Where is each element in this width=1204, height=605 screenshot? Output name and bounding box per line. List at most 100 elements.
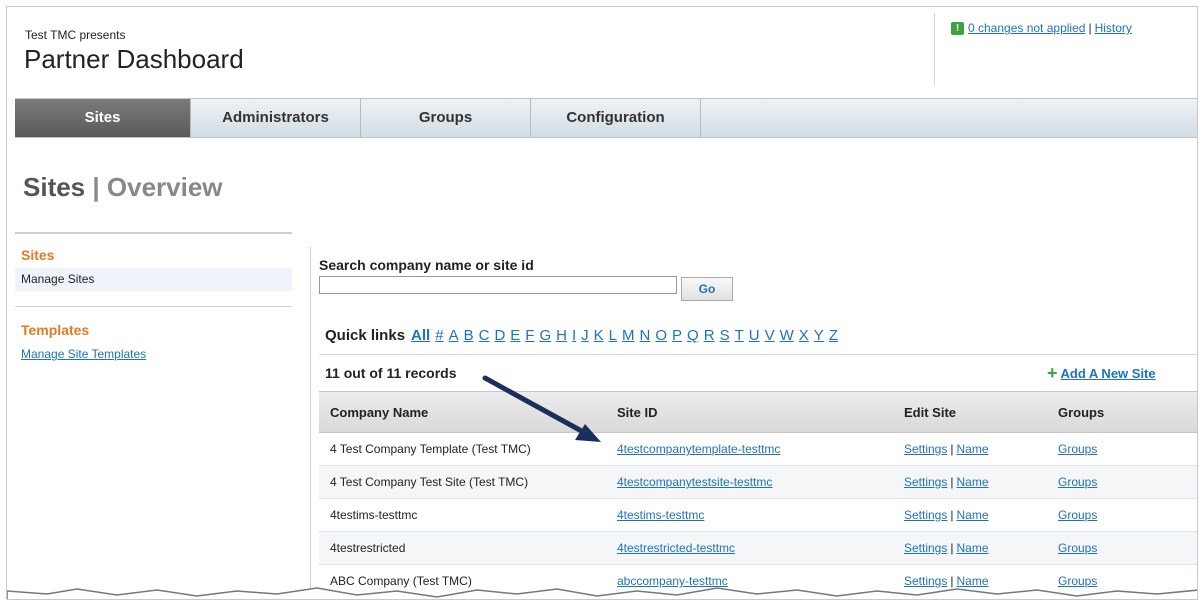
sidebar-divider xyxy=(15,232,292,234)
header-status: ! 0 changes not applied | History xyxy=(951,21,1132,35)
company-name-cell: 4testrestricted xyxy=(330,541,406,555)
content-divider xyxy=(310,247,311,599)
groups-link[interactable]: Groups xyxy=(1058,466,1097,498)
link-separator: | xyxy=(950,475,954,489)
settings-link[interactable]: Settings xyxy=(904,508,947,522)
page-title-separator: | xyxy=(92,172,100,202)
name-link[interactable]: Name xyxy=(956,475,988,489)
quick-link-i[interactable]: I xyxy=(572,327,576,344)
quick-link-b[interactable]: B xyxy=(464,327,474,344)
quick-link-m[interactable]: M xyxy=(622,327,635,344)
quick-link-e[interactable]: E xyxy=(510,327,520,344)
table-row: 4testims-testtmc 4testims-testtmc Settin… xyxy=(319,499,1197,532)
quick-link-n[interactable]: N xyxy=(640,327,651,344)
site-id-link[interactable]: 4testcompanytemplate-testtmc xyxy=(617,433,780,465)
settings-link[interactable]: Settings xyxy=(904,541,947,555)
company-name-cell: 4testims-testtmc xyxy=(330,508,418,522)
column-header-company-name[interactable]: Company Name xyxy=(330,392,428,432)
column-header-site-id[interactable]: Site ID xyxy=(617,392,657,432)
app-title: Partner Dashboard xyxy=(24,44,244,74)
quick-link-f[interactable]: F xyxy=(525,327,534,344)
quick-link-d[interactable]: D xyxy=(494,327,505,344)
settings-link[interactable]: Settings xyxy=(904,475,947,489)
page-title-main: Sites xyxy=(23,172,86,202)
site-id-link[interactable]: 4testrestricted-testtmc xyxy=(617,532,735,564)
quick-link-l[interactable]: L xyxy=(609,327,617,344)
edit-site-cell: Settings | Name xyxy=(904,466,989,498)
quick-link-g[interactable]: G xyxy=(539,327,551,344)
go-button[interactable]: Go xyxy=(681,277,733,301)
groups-link[interactable]: Groups xyxy=(1058,433,1097,465)
table-row: 4 Test Company Template (Test TMC) 4test… xyxy=(319,433,1197,466)
quick-link-o[interactable]: O xyxy=(655,327,667,344)
section-divider xyxy=(319,354,1197,355)
sidebar-item-manage-sites[interactable]: Manage Sites xyxy=(15,268,292,291)
sidebar-item-manage-site-templates[interactable]: Manage Site Templates xyxy=(15,343,292,366)
name-link[interactable]: Name xyxy=(956,508,988,522)
link-separator: | xyxy=(950,508,954,522)
quick-link-p[interactable]: P xyxy=(672,327,682,344)
name-link[interactable]: Name xyxy=(956,442,988,456)
sidebar-heading-templates: Templates xyxy=(21,322,90,338)
quick-link-q[interactable]: Q xyxy=(687,327,699,344)
add-new-site-button[interactable]: + Add A New Site xyxy=(1047,363,1156,383)
plus-icon: + xyxy=(1047,363,1058,383)
quick-links: Quick links All # A B C D E F G H I J K L M N O P Q R S T U V W X Y… xyxy=(325,327,838,344)
column-header-groups: Groups xyxy=(1058,404,1105,420)
quick-link-k[interactable]: K xyxy=(594,327,604,344)
tab-administrators[interactable]: Administrators xyxy=(191,99,361,137)
presents-label: Test TMC presents xyxy=(25,28,126,42)
edit-site-cell: Settings | Name xyxy=(904,499,989,531)
quick-link-hash[interactable]: # xyxy=(435,327,443,344)
quick-link-t[interactable]: T xyxy=(735,327,744,344)
tab-sites[interactable]: Sites xyxy=(15,99,191,137)
warning-icon: ! xyxy=(951,21,964,35)
search-label: Search company name or site id xyxy=(319,257,534,273)
table-header: Company Name Site ID Edit Site Groups xyxy=(319,391,1197,433)
sidebar-divider xyxy=(15,306,292,307)
records-count: 11 out of 11 records xyxy=(325,365,457,381)
link-separator: | xyxy=(950,442,954,456)
quick-link-u[interactable]: U xyxy=(749,327,760,344)
sidebar-heading-sites: Sites xyxy=(21,247,55,263)
settings-link[interactable]: Settings xyxy=(904,442,947,456)
quick-link-j[interactable]: J xyxy=(581,327,589,344)
quick-link-c[interactable]: C xyxy=(479,327,490,344)
edit-site-cell: Settings | Name xyxy=(904,433,989,465)
groups-link[interactable]: Groups xyxy=(1058,532,1097,564)
quick-link-y[interactable]: Y xyxy=(814,327,824,344)
quick-link-s[interactable]: S xyxy=(720,327,730,344)
header-divider xyxy=(934,13,935,85)
annotation-arrow-icon xyxy=(482,375,601,442)
sites-table: Company Name Site ID Edit Site Groups 4 … xyxy=(319,391,1197,598)
quick-link-a[interactable]: A xyxy=(449,327,459,344)
company-name-cell: 4 Test Company Test Site (Test TMC) xyxy=(330,475,529,489)
table-row: 4 Test Company Test Site (Test TMC) 4tes… xyxy=(319,466,1197,499)
table-row: 4testrestricted 4testrestricted-testtmc … xyxy=(319,532,1197,565)
site-id-link[interactable]: 4testims-testtmc xyxy=(617,499,704,531)
quick-links-label: Quick links xyxy=(325,327,406,344)
name-link[interactable]: Name xyxy=(956,541,988,555)
link-separator: | xyxy=(950,541,954,555)
add-new-site-label[interactable]: Add A New Site xyxy=(1061,366,1156,381)
quick-link-r[interactable]: R xyxy=(704,327,715,344)
torn-edge-decoration xyxy=(7,587,1197,599)
quick-link-z[interactable]: Z xyxy=(829,327,838,344)
quick-link-all[interactable]: All xyxy=(411,327,430,344)
quick-link-w[interactable]: W xyxy=(780,327,794,344)
main-tab-bar: Sites Administrators Groups Configuratio… xyxy=(15,98,1197,138)
edit-site-cell: Settings | Name xyxy=(904,532,989,564)
column-header-edit-site: Edit Site xyxy=(904,404,957,420)
quick-link-v[interactable]: V xyxy=(765,327,775,344)
site-id-link[interactable]: 4testcompanytestsite-testtmc xyxy=(617,466,772,498)
page-title-subtitle: Overview xyxy=(106,172,223,202)
search-input[interactable] xyxy=(319,276,677,294)
changes-not-applied-link[interactable]: 0 changes not applied xyxy=(968,21,1085,35)
tab-configuration[interactable]: Configuration xyxy=(531,99,701,137)
header-separator: | xyxy=(1088,21,1092,35)
quick-link-x[interactable]: X xyxy=(799,327,809,344)
quick-link-h[interactable]: H xyxy=(556,327,567,344)
history-link[interactable]: History xyxy=(1095,21,1132,35)
tab-groups[interactable]: Groups xyxy=(361,99,531,137)
groups-link[interactable]: Groups xyxy=(1058,499,1097,531)
